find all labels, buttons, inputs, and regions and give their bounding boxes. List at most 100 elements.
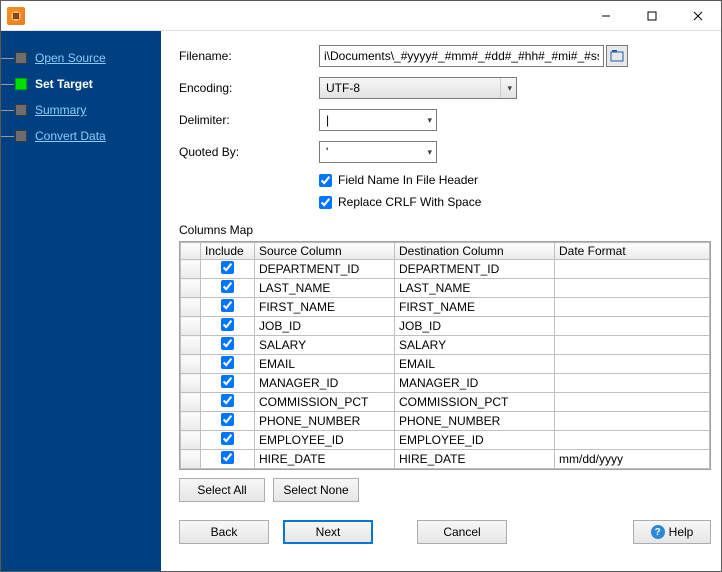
col-include[interactable]: Include [201,243,255,260]
row-header-cell[interactable] [181,298,201,317]
select-none-button[interactable]: Select None [273,478,359,502]
source-cell[interactable]: FIRST_NAME [255,298,395,317]
help-button[interactable]: ? Help [633,520,711,544]
step-box-icon [15,130,27,142]
destination-cell[interactable]: EMAIL [395,355,555,374]
help-icon: ? [651,525,665,539]
quotedby-select[interactable]: ' ▾ [319,141,437,163]
main-panel: Filename: Encoding: UTF-8 ▾ Delimiter: |… [161,31,721,571]
filename-input[interactable] [319,45,604,67]
sidebar-item-summary[interactable]: Summary [1,97,161,123]
destination-cell[interactable]: SALARY [395,336,555,355]
step-box-icon [15,104,27,116]
dateformat-cell[interactable]: mm/dd/yyyy [555,450,710,469]
row-header-cell[interactable] [181,412,201,431]
include-checkbox[interactable] [221,280,234,293]
include-checkbox[interactable] [221,261,234,274]
dateformat-cell[interactable] [555,260,710,279]
source-cell[interactable]: PHONE_NUMBER [255,412,395,431]
source-cell[interactable]: SALARY [255,336,395,355]
sidebar-item-open-source[interactable]: Open Source [1,45,161,71]
browse-button[interactable] [606,45,628,67]
sidebar-item-convert-data[interactable]: Convert Data [1,123,161,149]
next-button[interactable]: Next [283,520,373,544]
destination-cell[interactable]: COMMISSION_PCT [395,393,555,412]
dateformat-cell[interactable] [555,336,710,355]
back-button[interactable]: Back [179,520,269,544]
source-cell[interactable]: LAST_NAME [255,279,395,298]
col-destination[interactable]: Destination Column [395,243,555,260]
fieldname-header-label: Field Name In File Header [338,173,478,187]
destination-cell[interactable]: LAST_NAME [395,279,555,298]
cancel-button[interactable]: Cancel [417,520,507,544]
destination-cell[interactable]: MANAGER_ID [395,374,555,393]
dateformat-cell[interactable] [555,374,710,393]
destination-cell[interactable]: EMPLOYEE_ID [395,431,555,450]
sidebar-item-set-target[interactable]: Set Target [1,71,161,97]
fieldname-header-checkbox[interactable] [319,174,332,187]
row-header-cell[interactable] [181,355,201,374]
include-checkbox[interactable] [221,394,234,407]
include-checkbox[interactable] [221,413,234,426]
dateformat-cell[interactable] [555,355,710,374]
source-cell[interactable]: HIRE_DATE [255,450,395,469]
destination-cell[interactable]: DEPARTMENT_ID [395,260,555,279]
destination-cell[interactable]: HIRE_DATE [395,450,555,469]
source-cell[interactable]: DEPARTMENT_ID [255,260,395,279]
include-checkbox[interactable] [221,375,234,388]
chevron-down-icon: ▾ [500,78,512,98]
step-box-icon [15,52,27,64]
include-cell[interactable] [201,431,255,450]
dateformat-cell[interactable] [555,431,710,450]
close-button[interactable] [675,1,721,31]
row-header-cell[interactable] [181,336,201,355]
replace-crlf-checkbox[interactable] [319,196,332,209]
encoding-select[interactable]: UTF-8 ▾ [319,77,517,99]
dateformat-cell[interactable] [555,279,710,298]
row-header-cell[interactable] [181,374,201,393]
source-cell[interactable]: COMMISSION_PCT [255,393,395,412]
include-cell[interactable] [201,279,255,298]
table-row: MANAGER_IDMANAGER_ID [181,374,710,393]
row-header-cell[interactable] [181,450,201,469]
select-all-button[interactable]: Select All [179,478,265,502]
include-checkbox[interactable] [221,299,234,312]
source-cell[interactable]: EMAIL [255,355,395,374]
include-cell[interactable] [201,374,255,393]
row-header-cell[interactable] [181,393,201,412]
include-cell[interactable] [201,298,255,317]
dateformat-cell[interactable] [555,317,710,336]
include-checkbox[interactable] [221,337,234,350]
dateformat-cell[interactable] [555,298,710,317]
table-row: JOB_IDJOB_ID [181,317,710,336]
include-cell[interactable] [201,317,255,336]
minimize-button[interactable] [583,1,629,31]
include-checkbox[interactable] [221,432,234,445]
include-checkbox[interactable] [221,356,234,369]
include-cell[interactable] [201,450,255,469]
include-cell[interactable] [201,336,255,355]
dateformat-cell[interactable] [555,412,710,431]
col-dateformat[interactable]: Date Format [555,243,710,260]
source-cell[interactable]: MANAGER_ID [255,374,395,393]
include-cell[interactable] [201,412,255,431]
row-header-cell[interactable] [181,279,201,298]
include-cell[interactable] [201,393,255,412]
row-header-cell[interactable] [181,431,201,450]
destination-cell[interactable]: PHONE_NUMBER [395,412,555,431]
dateformat-cell[interactable] [555,393,710,412]
source-cell[interactable]: EMPLOYEE_ID [255,431,395,450]
destination-cell[interactable]: JOB_ID [395,317,555,336]
maximize-button[interactable] [629,1,675,31]
encoding-value: UTF-8 [326,81,360,95]
include-cell[interactable] [201,260,255,279]
destination-cell[interactable]: FIRST_NAME [395,298,555,317]
row-header-cell[interactable] [181,260,201,279]
row-header-cell[interactable] [181,317,201,336]
delimiter-select[interactable]: | ▾ [319,109,437,131]
include-cell[interactable] [201,355,255,374]
include-checkbox[interactable] [221,318,234,331]
include-checkbox[interactable] [221,451,234,464]
col-source[interactable]: Source Column [255,243,395,260]
source-cell[interactable]: JOB_ID [255,317,395,336]
